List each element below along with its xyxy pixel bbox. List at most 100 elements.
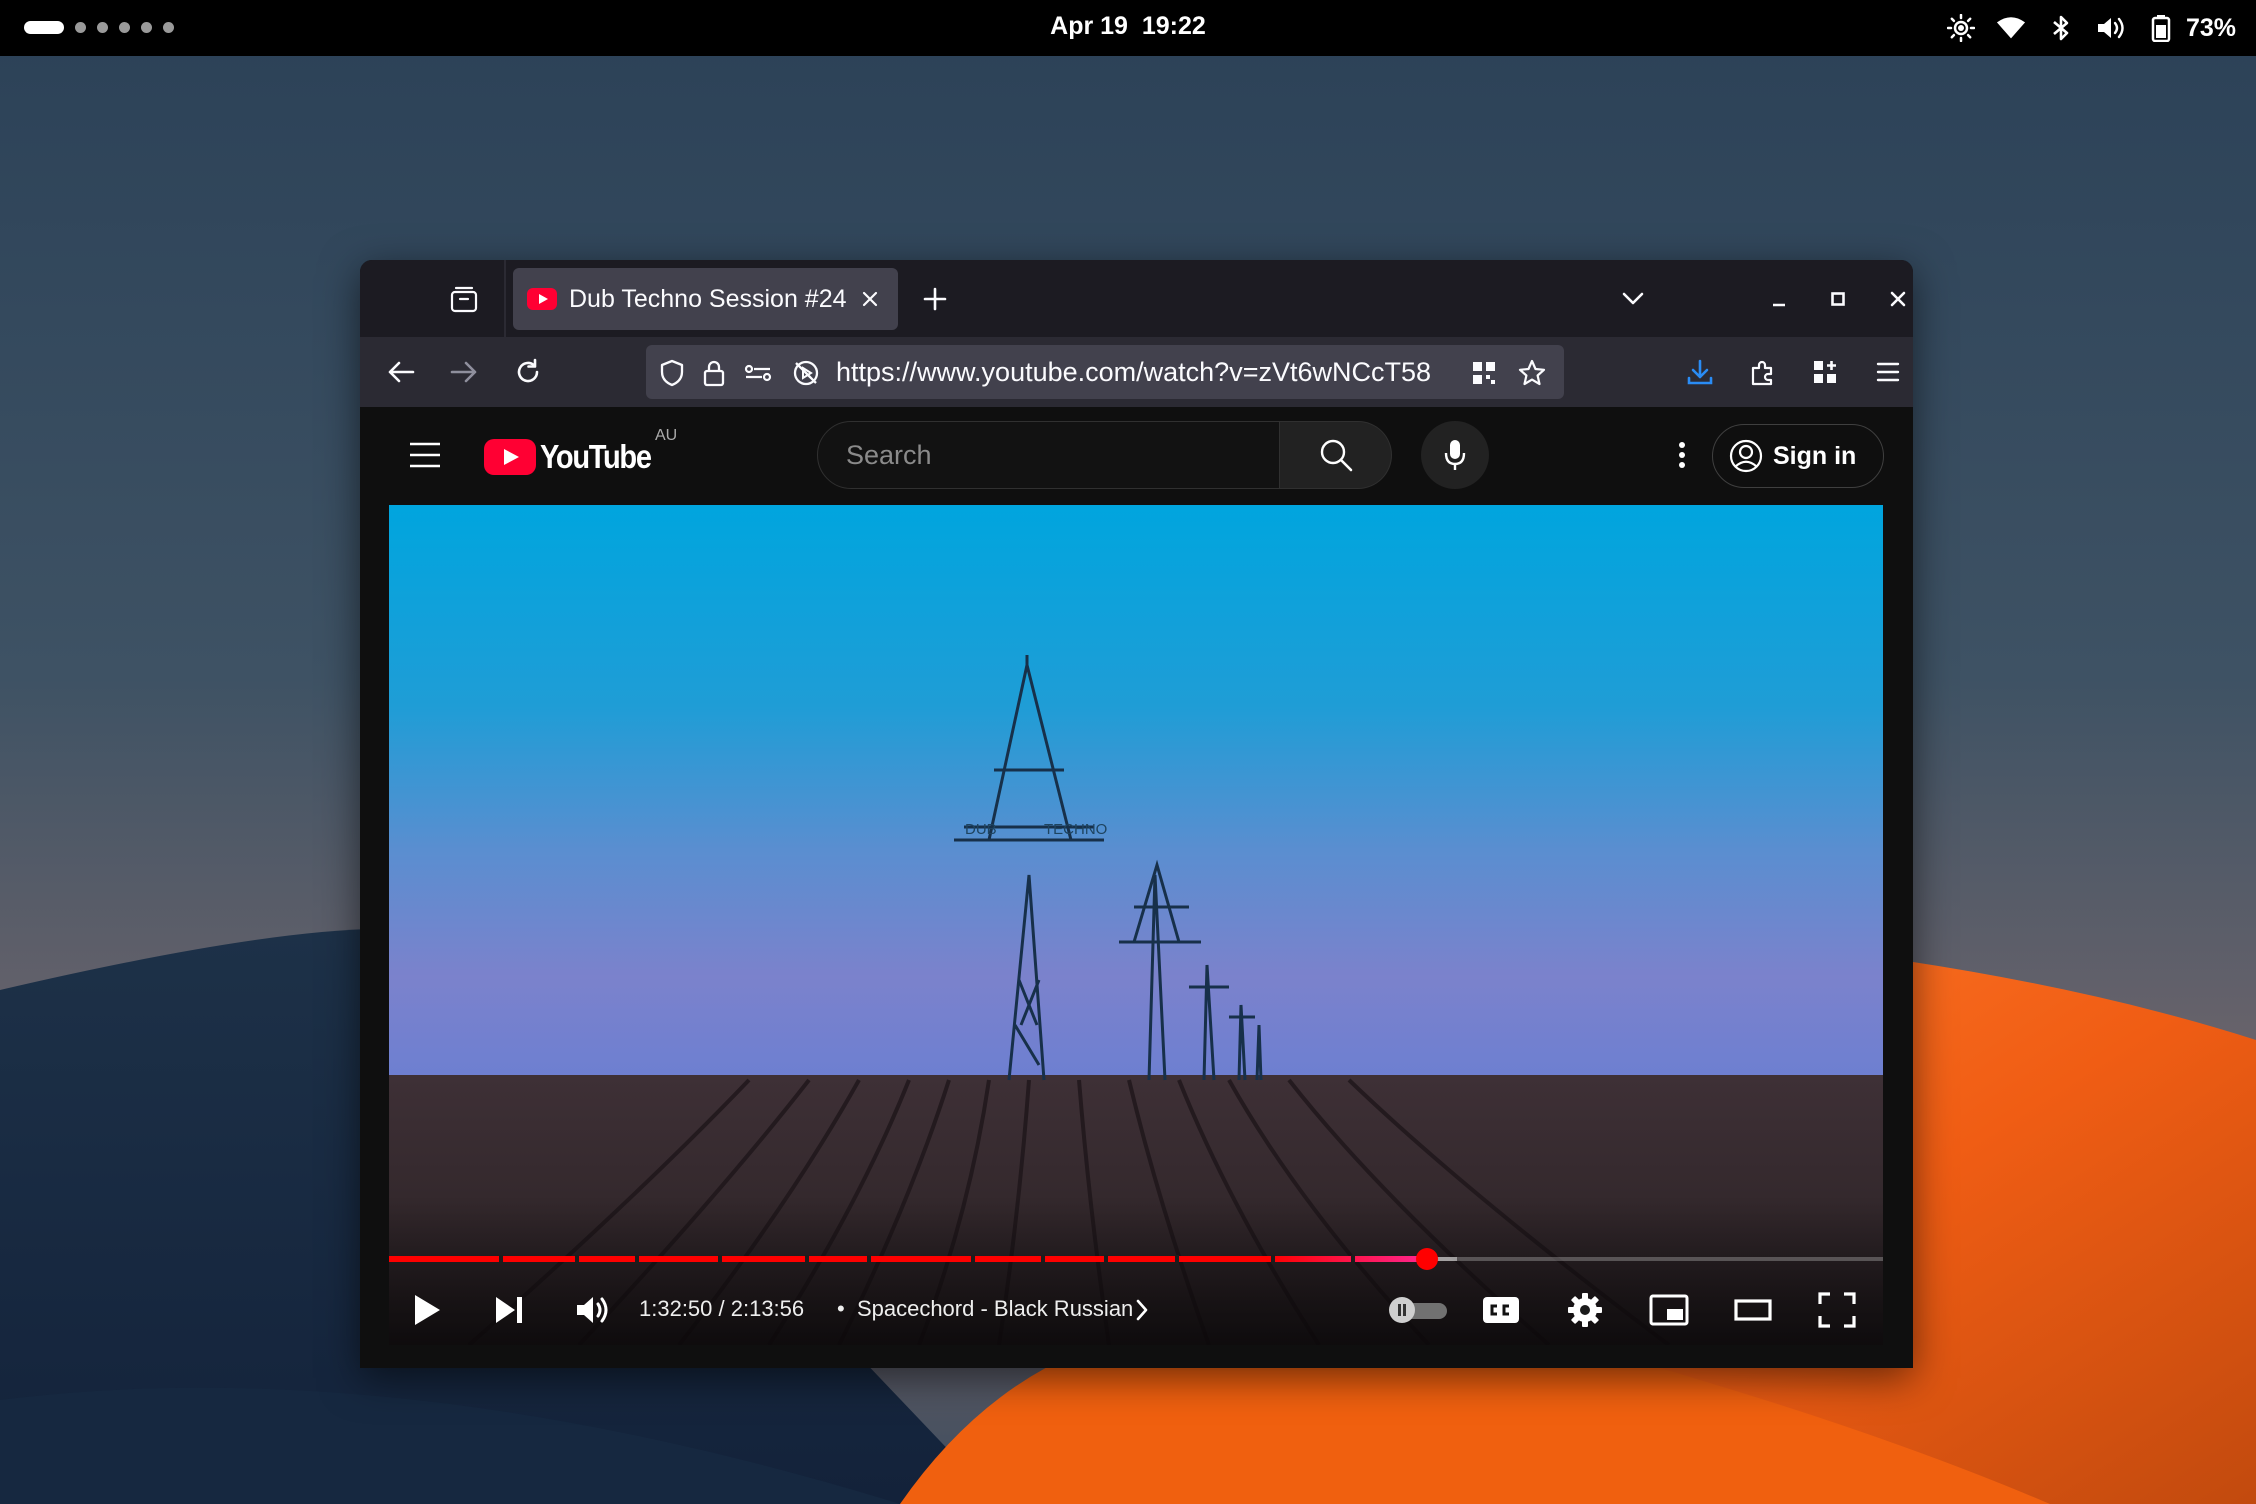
search-button[interactable]	[1280, 421, 1392, 489]
search-box[interactable]	[817, 421, 1280, 489]
brightness-icon[interactable]	[1946, 13, 1976, 43]
workspace-indicator[interactable]	[24, 21, 174, 34]
maximize-icon	[1831, 292, 1845, 306]
qr-code-icon	[1473, 362, 1495, 384]
autoplay-blocked-icon	[793, 360, 819, 386]
reload-icon	[517, 358, 539, 383]
forward-button[interactable]	[444, 352, 484, 392]
chapter-chevron[interactable]	[1130, 1298, 1154, 1322]
hamburger-menu-icon	[1876, 362, 1900, 382]
workspace-dot[interactable]	[163, 22, 174, 33]
reload-button[interactable]	[508, 352, 548, 392]
site-security-button[interactable]	[698, 357, 730, 389]
system-top-bar: Apr 19 19:22 73%	[0, 0, 2256, 56]
battery-icon[interactable]	[2146, 13, 2176, 43]
back-button[interactable]	[381, 352, 421, 392]
chapter-marker	[1175, 1255, 1180, 1263]
chapter-marker	[635, 1255, 640, 1263]
chapter-marker	[499, 1255, 504, 1263]
download-icon	[1687, 359, 1713, 385]
minimize-button[interactable]	[1762, 282, 1796, 316]
battery-percentage[interactable]: 73%	[2186, 14, 2236, 43]
workspace-dot[interactable]	[141, 22, 152, 33]
extensions-button[interactable]	[1743, 352, 1783, 392]
chapter-marker	[804, 1255, 809, 1263]
next-button[interactable]	[485, 1286, 533, 1334]
skip-next-icon	[496, 1297, 522, 1323]
search-input[interactable]	[846, 422, 1266, 488]
tracking-protection-button[interactable]	[656, 357, 688, 389]
qr-code-button[interactable]	[1468, 357, 1500, 389]
star-icon	[1518, 359, 1546, 386]
progress-bar[interactable]	[389, 1248, 1883, 1270]
youtube-logo[interactable]: YouTube	[484, 437, 666, 477]
downloads-button[interactable]	[1680, 352, 1720, 392]
permissions-button[interactable]	[742, 357, 774, 389]
chapter-marker	[1270, 1255, 1275, 1263]
guide-menu-button[interactable]	[405, 435, 445, 475]
chapter-marker	[574, 1255, 579, 1263]
video-overlay-text-techno: TECHNO	[1044, 821, 1107, 838]
bookmark-button[interactable]	[1516, 357, 1548, 389]
workspace-dot[interactable]	[119, 22, 130, 33]
clock-date[interactable]: Apr 19	[1050, 12, 1128, 40]
workspace-dot[interactable]	[75, 22, 86, 33]
chevron-down-icon	[1622, 292, 1644, 305]
apps-grid-icon	[1814, 361, 1836, 383]
close-window-button[interactable]	[1881, 282, 1913, 316]
maximize-button[interactable]	[1821, 282, 1855, 316]
mute-button[interactable]	[569, 1286, 617, 1334]
miniplayer-button[interactable]	[1645, 1286, 1693, 1334]
clock: Apr 19 19:22	[0, 12, 2256, 41]
chapter-marker	[1104, 1255, 1109, 1263]
closed-captions-icon	[1483, 1297, 1519, 1323]
autoplay-toggle[interactable]	[1389, 1297, 1447, 1323]
video-player[interactable]: DUB TECHNO 1:32:50 / 2:13:56 • Spacechor…	[389, 505, 1883, 1345]
miniplayer-icon	[1649, 1294, 1689, 1326]
workspace-active-pill[interactable]	[24, 21, 64, 34]
fullscreen-button[interactable]	[1813, 1286, 1861, 1334]
tab-separator	[504, 260, 506, 337]
list-all-tabs-button[interactable]	[1613, 279, 1653, 319]
autoplay-blocked-button[interactable]	[790, 357, 822, 389]
url-text[interactable]: https://www.youtube.com/watch?v=zVt6wNCc…	[836, 357, 1431, 388]
fullscreen-icon	[1818, 1292, 1856, 1328]
pause-icon	[1398, 1304, 1406, 1316]
settings-more-button[interactable]	[1662, 435, 1702, 475]
chevron-right-icon	[1136, 1299, 1148, 1321]
shield-icon	[660, 359, 684, 387]
chapter-title[interactable]: • Spacechord - Black Russian	[837, 1296, 1133, 1322]
close-icon	[1890, 291, 1906, 307]
time-display: 1:32:50 / 2:13:56	[639, 1296, 805, 1321]
account-circle-icon	[1729, 439, 1763, 473]
clock-time[interactable]: 19:22	[1142, 12, 1206, 40]
theater-mode-button[interactable]	[1729, 1286, 1777, 1334]
volume-icon[interactable]	[2096, 13, 2126, 43]
bluetooth-icon[interactable]	[2046, 13, 2076, 43]
arrow-right-icon	[450, 361, 477, 383]
new-tab-button[interactable]	[915, 279, 955, 319]
more-tools-button[interactable]	[1805, 352, 1845, 392]
progress-scrubber-handle[interactable]	[1415, 1248, 1438, 1270]
chapter-marker	[971, 1255, 976, 1263]
plus-icon	[923, 287, 947, 311]
tab-active[interactable]: Dub Techno Session #24	[513, 268, 898, 330]
system-tray[interactable]: 73%	[1946, 10, 2236, 46]
lock-icon	[703, 360, 725, 387]
chapter-marker	[718, 1255, 723, 1263]
url-bar[interactable]: https://www.youtube.com/watch?v=zVt6wNCc…	[646, 345, 1564, 399]
workspace-dot[interactable]	[97, 22, 108, 33]
settings-button[interactable]	[1561, 1286, 1609, 1334]
subtitles-button[interactable]	[1477, 1286, 1525, 1334]
tab-close-button[interactable]	[856, 285, 884, 313]
volume-icon	[577, 1297, 608, 1323]
play-button[interactable]	[403, 1286, 451, 1334]
wifi-icon[interactable]	[1996, 13, 2026, 43]
voice-search-button[interactable]	[1421, 421, 1489, 489]
more-vertical-icon	[1679, 442, 1685, 468]
sign-in-button[interactable]: Sign in	[1712, 424, 1884, 488]
chapter-marker	[1350, 1255, 1355, 1263]
chapter-title-text: Spacechord - Black Russian	[856, 1296, 1134, 1321]
app-menu-button[interactable]	[1868, 352, 1908, 392]
firefox-view-button[interactable]	[444, 279, 484, 319]
